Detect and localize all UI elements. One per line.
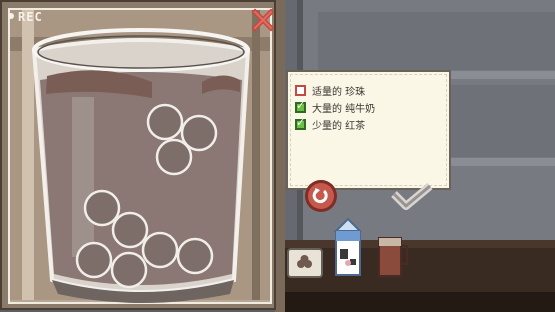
drink-glass[interactable] <box>2 2 278 312</box>
milk-carton-icon <box>333 217 363 232</box>
close-button[interactable] <box>250 7 276 33</box>
recipe-note: 适量的 珍珠 大量的 纯牛奶 少量的 红茶 <box>286 70 451 190</box>
recipe-item-label: 少量的 红茶 <box>312 120 366 132</box>
window-pane-top <box>318 12 555 70</box>
checked-box-icon <box>295 99 306 113</box>
recipe-item-pearls: 适量的 珍珠 <box>295 82 365 98</box>
floor-strip <box>283 292 555 312</box>
pearls-box-icon <box>297 255 312 268</box>
checkmark-icon <box>391 182 433 210</box>
close-x-icon <box>251 8 275 32</box>
recipe-item-tea: 少量的 红茶 <box>295 116 365 132</box>
pearls-box[interactable] <box>287 248 323 278</box>
milk-carton[interactable] <box>332 215 364 277</box>
counter-top-edge <box>283 240 555 248</box>
unchecked-box-icon <box>295 84 306 96</box>
recipe-item-label: 大量的 纯牛奶 <box>312 103 376 115</box>
camera-panel: REC <box>0 0 276 310</box>
undo-button[interactable] <box>305 180 337 212</box>
rec-label: REC <box>18 10 43 24</box>
rec-indicator-icon <box>8 13 14 19</box>
recipe-item-label: 适量的 珍珠 <box>312 86 366 98</box>
confirm-button[interactable] <box>390 182 434 212</box>
tea-pot[interactable] <box>373 232 411 278</box>
undo-icon <box>312 188 328 204</box>
recipe-item-milk: 大量的 纯牛奶 <box>295 99 375 115</box>
checked-box-icon <box>295 116 306 130</box>
